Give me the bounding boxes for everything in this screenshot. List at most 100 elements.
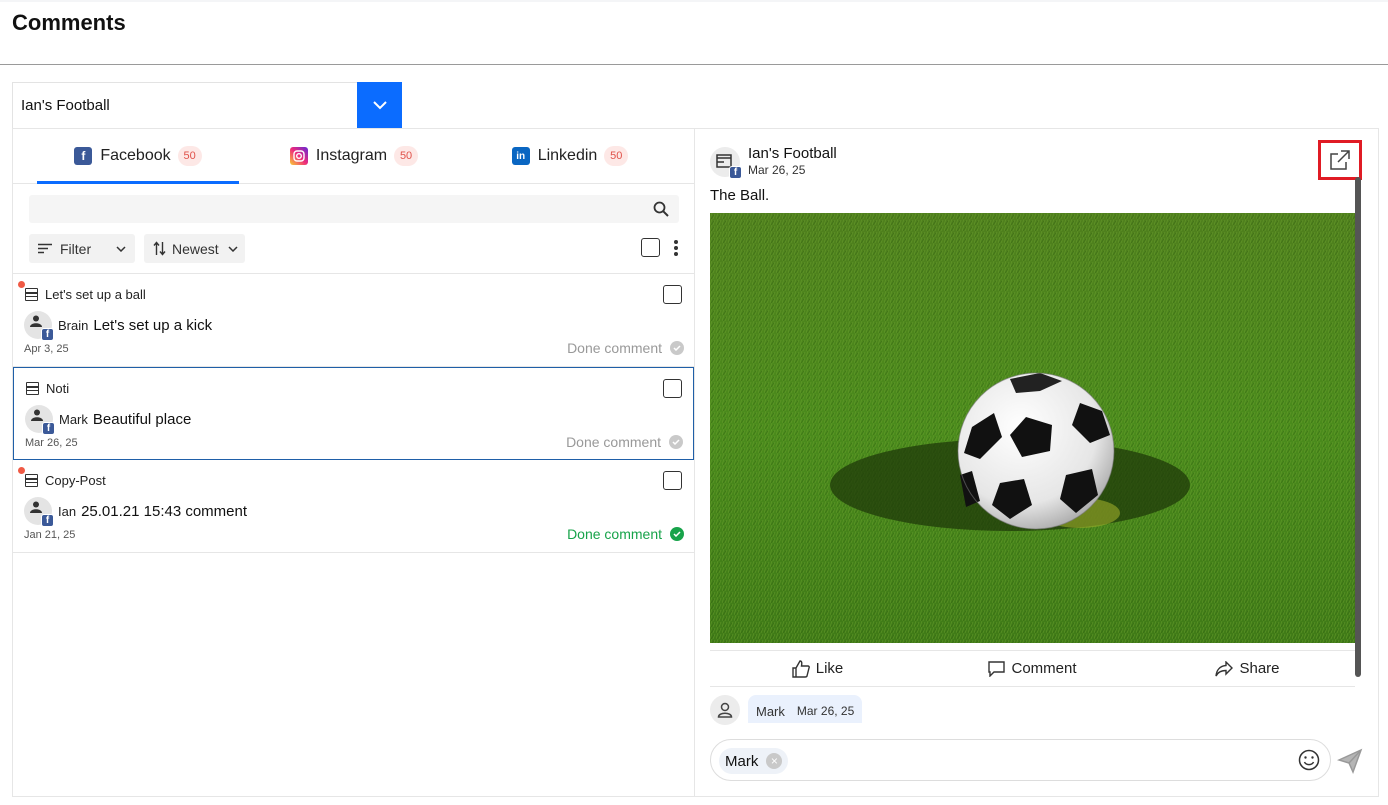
post-icon xyxy=(25,474,38,487)
done-comment-button[interactable]: Done comment xyxy=(567,340,684,356)
done-comment-button[interactable]: Done comment xyxy=(566,434,683,450)
done-comment-label: Done comment xyxy=(567,526,662,542)
reply-input[interactable]: Mark × xyxy=(710,739,1331,781)
avatar xyxy=(710,695,740,725)
post-header-text: Ian's Football Mar 26, 25 xyxy=(748,145,837,178)
user-icon xyxy=(31,409,43,421)
mention-name: Mark xyxy=(725,752,759,770)
thread-author: Mark xyxy=(756,704,785,719)
done-comment-label: Done comment xyxy=(566,434,661,450)
search-box xyxy=(29,195,679,223)
comment-item[interactable]: Let's set up a ball f Brain Let's set up… xyxy=(13,274,694,367)
select-all-checkbox[interactable] xyxy=(641,238,660,257)
comment-button[interactable]: Comment xyxy=(925,660,1140,677)
like-button[interactable]: Like xyxy=(710,659,925,678)
comment-date: Mar 26, 25 xyxy=(25,437,78,449)
check-circle-icon xyxy=(670,527,684,541)
page-selector[interactable]: Ian's Football xyxy=(12,82,402,129)
post-image xyxy=(710,213,1355,643)
thread-date: Mar 26, 25 xyxy=(796,704,855,718)
thread-comment: Mark Mar 26, 25 xyxy=(710,695,863,725)
share-label: Share xyxy=(1239,660,1280,677)
facebook-icon: f xyxy=(41,328,54,341)
avatar: f xyxy=(25,405,55,435)
comment-date: Apr 3, 25 xyxy=(24,343,69,355)
facebook-icon: f xyxy=(41,514,54,527)
chevron-down-icon xyxy=(228,245,238,252)
post-title-text: Noti xyxy=(46,381,70,396)
comment-item[interactable]: Noti f Mark Beautiful place Mar 26, 25 D… xyxy=(13,367,694,460)
author-name: Brain xyxy=(58,317,89,333)
share-button[interactable]: Share xyxy=(1140,660,1355,677)
sort-label: Newest xyxy=(172,240,219,257)
user-icon xyxy=(717,702,733,718)
tab-instagram[interactable]: Instagram 50 xyxy=(253,129,455,183)
tab-count-badge: 50 xyxy=(177,146,202,166)
top-strip xyxy=(0,0,1388,2)
done-comment-button[interactable]: Done comment xyxy=(567,526,684,542)
remove-mention-icon[interactable]: × xyxy=(766,753,783,769)
post-detail-panel: f Ian's Football Mar 26, 25 The Ball. Li… xyxy=(694,128,1379,797)
scrollbar[interactable] xyxy=(1355,177,1361,677)
open-in-new-window-button[interactable] xyxy=(1318,140,1362,180)
emoji-icon[interactable] xyxy=(1298,749,1320,771)
comment-message: Beautiful place xyxy=(92,410,192,428)
search-input[interactable] xyxy=(29,195,639,223)
post-icon xyxy=(26,382,39,395)
tab-label: Facebook xyxy=(100,147,171,164)
mention-chip: Mark × xyxy=(719,748,789,774)
soccer-ball-photo xyxy=(710,213,1355,643)
send-icon[interactable] xyxy=(1337,748,1363,774)
comments-list-panel: f Facebook 50 Instagram 50 in Linkedin 5… xyxy=(12,128,695,797)
comment-message: Let's set up a kick xyxy=(93,316,213,334)
avatar: f xyxy=(24,497,54,527)
comment-checkbox[interactable] xyxy=(663,379,682,398)
filter-dropdown[interactable]: Filter xyxy=(29,234,135,263)
post-title-text: Let's set up a ball xyxy=(45,287,146,302)
title-divider xyxy=(0,64,1388,65)
tab-facebook[interactable]: f Facebook 50 xyxy=(37,129,239,184)
tab-linkedin[interactable]: in Linkedin 50 xyxy=(469,129,671,183)
comment-bubble: Mark Mar 26, 25 xyxy=(748,695,863,723)
page-title: Comments xyxy=(12,10,126,35)
check-circle-icon xyxy=(670,341,684,355)
external-link-icon xyxy=(1330,150,1350,170)
post-header: f Ian's Football Mar 26, 25 xyxy=(710,145,837,179)
comment-post-title: Noti xyxy=(26,381,69,396)
filter-label: Filter xyxy=(60,240,92,257)
search-icon[interactable] xyxy=(653,201,669,217)
tab-count-badge: 50 xyxy=(394,146,419,166)
sort-dropdown[interactable]: Newest xyxy=(144,234,245,263)
share-icon xyxy=(1215,660,1234,676)
comment-date: Jan 21, 25 xyxy=(24,529,76,541)
like-label: Like xyxy=(815,660,844,677)
comment-icon xyxy=(988,660,1006,677)
tab-count-badge: 50 xyxy=(604,146,629,166)
done-comment-label: Done comment xyxy=(567,340,662,356)
check-circle-icon xyxy=(669,435,683,449)
unread-indicator xyxy=(18,467,25,474)
user-icon xyxy=(30,315,42,327)
comment-checkbox[interactable] xyxy=(663,285,682,304)
unread-indicator xyxy=(18,281,25,288)
facebook-icon: f xyxy=(74,147,93,165)
facebook-icon: f xyxy=(729,165,742,179)
comment-author: f Mark Beautiful place xyxy=(25,405,192,435)
post-icon xyxy=(25,288,38,301)
post-text: The Ball. xyxy=(710,187,770,204)
more-options-icon[interactable] xyxy=(669,237,683,259)
author-name: Ian xyxy=(58,503,77,519)
facebook-icon: f xyxy=(42,422,55,435)
author-name: Mark xyxy=(59,411,88,427)
avatar: f xyxy=(24,311,54,341)
instagram-icon xyxy=(289,147,308,165)
page-selector-value: Ian's Football xyxy=(21,97,110,114)
comment-checkbox[interactable] xyxy=(663,471,682,490)
comment-item[interactable]: Copy-Post f Ian 25.01.21 15:43 comment J… xyxy=(13,460,694,553)
sort-arrows-icon xyxy=(153,241,166,256)
post-date: Mar 26, 25 xyxy=(748,163,806,177)
comment-message: 25.01.21 15:43 comment xyxy=(81,502,248,520)
tab-label: Linkedin xyxy=(537,147,598,164)
post-actions: Like Comment Share xyxy=(710,650,1355,687)
page-selector-toggle-button[interactable] xyxy=(357,82,402,129)
